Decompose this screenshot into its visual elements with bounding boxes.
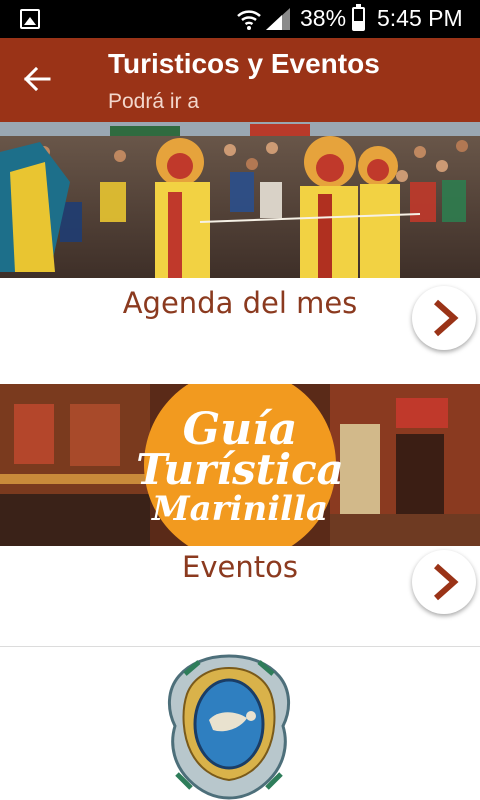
battery-level-fill bbox=[354, 21, 363, 29]
chevron-right-button[interactable] bbox=[412, 550, 476, 614]
page-title: Turisticos y Eventos bbox=[108, 48, 380, 79]
card-eventos[interactable]: Guía Turística Marinilla Eventos bbox=[0, 384, 480, 646]
card-agenda-del-mes[interactable]: Agenda del mes bbox=[0, 122, 480, 384]
chevron-right-button[interactable] bbox=[412, 286, 476, 350]
wifi-icon bbox=[237, 10, 261, 30]
chevron-right-icon bbox=[434, 299, 459, 337]
festival-parade-photo bbox=[0, 122, 480, 278]
gallery-notification-icon bbox=[20, 9, 40, 29]
divider bbox=[0, 646, 480, 647]
coat-of-arms-image bbox=[168, 654, 290, 800]
battery-icon bbox=[352, 4, 365, 31]
app-bar: Turisticos y Eventos Podrá ir a bbox=[0, 38, 480, 122]
card-label: Eventos bbox=[182, 550, 298, 584]
chevron-right-icon bbox=[434, 563, 459, 601]
guia-turistica-marinilla-banner: Guía Turística Marinilla bbox=[0, 384, 480, 546]
clock: 5:45 PM bbox=[377, 5, 463, 31]
battery-percent: 38% bbox=[300, 5, 347, 31]
card-label: Agenda del mes bbox=[122, 286, 358, 320]
page-subtitle: Podrá ir a bbox=[108, 90, 200, 113]
banner-line-3: Marinilla bbox=[151, 489, 328, 529]
back-arrow-icon[interactable] bbox=[22, 64, 52, 94]
signal-icon bbox=[266, 8, 290, 30]
banner-line-2: Turística bbox=[136, 445, 344, 494]
status-bar: 38% 5:45 PM bbox=[0, 0, 480, 38]
